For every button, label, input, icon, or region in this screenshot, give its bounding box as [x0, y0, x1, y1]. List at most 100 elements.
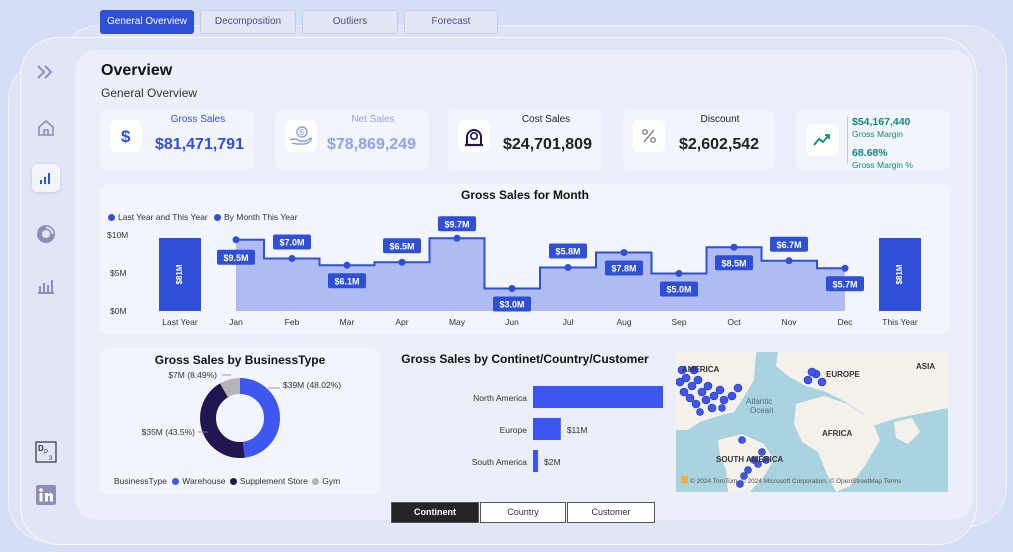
- map-attribution: © 2024 TomTom, © 2024 Microsoft Corporat…: [690, 477, 902, 485]
- kpi-card-gross-sales[interactable]: $ Gross Sales $81,471,791: [100, 110, 254, 170]
- map-label: ASIA: [916, 362, 935, 371]
- legend-item: Warehouse: [182, 476, 226, 486]
- x-tick: Nov: [781, 317, 797, 327]
- kpi-card-cost-sales[interactable]: Cost Sales $24,701,809: [448, 110, 602, 170]
- data-label: $9.7M: [444, 219, 469, 229]
- slicer-customer[interactable]: Customer: [567, 502, 655, 523]
- map-label: Atlantic: [746, 397, 772, 406]
- data-label: $9.5M: [223, 253, 248, 263]
- data-point: [453, 234, 461, 242]
- data-label: $6.1M: [334, 276, 359, 286]
- continent-chart-card: Gross Sales by Continet/Country/Customer…: [387, 348, 663, 494]
- home-icon[interactable]: [32, 114, 60, 142]
- legend-title: BusinessType: [114, 476, 167, 486]
- gross-margin-label: Gross Margin: [852, 129, 904, 139]
- legend-dot: [172, 478, 180, 486]
- bar-chart-icon[interactable]: [32, 164, 60, 192]
- bing-logo-icon: [681, 476, 688, 483]
- category-label: Europe: [500, 425, 528, 435]
- kpi-label: Gross Sales: [170, 114, 226, 125]
- data-label: $7.8M: [611, 264, 636, 274]
- x-tick: Dec: [837, 317, 853, 327]
- slicer-country[interactable]: Country: [480, 502, 566, 523]
- svg-text:3: 3: [49, 456, 53, 462]
- data-point: [730, 243, 738, 251]
- category-label: South America: [472, 457, 528, 467]
- linkedin-icon[interactable]: [32, 481, 60, 509]
- customer-map[interactable]: AMERICA EUROPE ASIA Atlantic Ocean AFRIC…: [676, 352, 948, 492]
- kpi-label: Discount: [700, 114, 740, 125]
- slice-label: $39M (48.02%): [283, 380, 341, 390]
- gross-margin-value: $54,167,440: [852, 116, 911, 128]
- data-point: [288, 255, 296, 262]
- donut-legend: BusinessType Warehouse Supplement Store …: [114, 476, 340, 486]
- data-label: $5.7M: [832, 279, 857, 289]
- gross-margin-pct-value: 68.68%: [852, 147, 888, 159]
- tab-forecast[interactable]: Forecast: [404, 10, 498, 34]
- x-tick: Last Year: [162, 317, 198, 327]
- data-label: $6.5M: [389, 241, 414, 251]
- slice-label: $7M (8.49%): [168, 370, 217, 380]
- monthly-chart-card: Gross Sales for Month Last Year and This…: [100, 184, 950, 334]
- bar-data-label: $81M: [175, 264, 184, 284]
- donut-icon[interactable]: [32, 220, 60, 248]
- svg-text:P: P: [44, 450, 48, 456]
- bar-data-label: $2M: [544, 457, 561, 467]
- dp-logo-icon[interactable]: DP3: [32, 438, 60, 466]
- world-map: AMERICA EUROPE ASIA Atlantic Ocean AFRIC…: [676, 352, 948, 492]
- data-point: [398, 258, 406, 266]
- data-point: [232, 236, 240, 244]
- kpi-card-discount[interactable]: Discount $2,602,542: [623, 110, 775, 170]
- page-title: Overview: [101, 62, 173, 79]
- map-label: AFRICA: [822, 429, 852, 438]
- expand-icon[interactable]: [32, 58, 60, 86]
- x-tick: Mar: [340, 317, 355, 327]
- data-point: [785, 257, 793, 265]
- data-point: [343, 261, 351, 269]
- x-tick: This Year: [882, 317, 918, 327]
- category-label: North America: [473, 393, 527, 403]
- column-chart-icon[interactable]: [32, 271, 60, 299]
- business-type-donut: $39M (48.02%) $35M (43.5%) $7M (8.49%): [142, 370, 341, 458]
- kpi-card-gross-margin[interactable]: $54,167,440 Gross Margin 68.68% Gross Ma…: [796, 110, 950, 170]
- page-subtitle: General Overview: [101, 86, 198, 100]
- kpi-value: $24,701,809: [503, 136, 592, 153]
- svg-text:$: $: [121, 127, 131, 145]
- x-tick: Jan: [229, 317, 243, 327]
- kpi-card-net-sales[interactable]: $ Net Sales $78,869,249: [275, 110, 429, 170]
- kpi-value: $2,602,542: [679, 136, 760, 153]
- legend-dot: [312, 478, 320, 486]
- data-label: $8.5M: [721, 258, 746, 268]
- data-label: $5.0M: [666, 285, 691, 295]
- business-type-card: Gross Sales by BusinessType $39M (48.02%…: [100, 348, 380, 494]
- data-point: [675, 270, 683, 277]
- data-point: [620, 249, 628, 256]
- data-point: [841, 264, 849, 272]
- legend-item: Supplement Store: [239, 476, 308, 486]
- slice-label: $35M (43.5%): [142, 427, 196, 437]
- map-label: EUROPE: [826, 370, 860, 379]
- bar: [533, 386, 663, 408]
- data-point: [564, 264, 572, 271]
- kpi-value: $81,471,791: [155, 136, 244, 153]
- data-label: $6.7M: [776, 240, 801, 250]
- legend-item: Gym: [322, 476, 341, 486]
- data-label: $5.8M: [555, 247, 580, 257]
- data-label: $7.0M: [279, 238, 304, 248]
- legend-dot: [229, 478, 237, 486]
- svg-text:$: $: [300, 128, 305, 137]
- bar: [533, 450, 539, 472]
- tab-outliers[interactable]: Outliers: [302, 10, 398, 34]
- gross-margin-pct-label: Gross Margin %: [852, 160, 913, 170]
- slicer-continent[interactable]: Continent: [391, 502, 479, 523]
- x-tick: May: [449, 317, 466, 327]
- tab-general-overview[interactable]: General Overview: [100, 10, 194, 34]
- x-tick: Sep: [671, 317, 686, 327]
- report-canvas: Overview General Overview $ Gross Sales …: [75, 50, 973, 523]
- bar-data-label: $11M: [567, 425, 588, 435]
- x-tick: Jul: [563, 317, 574, 327]
- tab-decomposition[interactable]: Decomposition: [200, 10, 296, 34]
- x-tick: Aug: [616, 317, 631, 327]
- tab-bar: General Overview Decomposition Outliers …: [100, 10, 498, 34]
- kpi-value: $78,869,249: [327, 136, 416, 153]
